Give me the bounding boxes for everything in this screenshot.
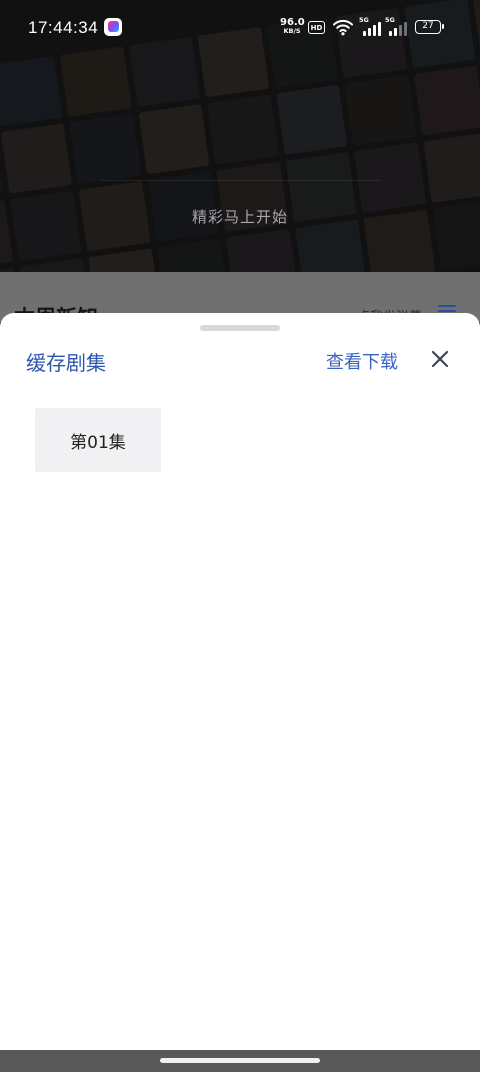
battery-icon: 27 bbox=[415, 20, 444, 34]
network-speed: 96.0 KB/S bbox=[280, 17, 305, 36]
hd-voice-badge: HD bbox=[308, 21, 325, 34]
home-indicator[interactable] bbox=[160, 1058, 320, 1063]
network-speed-value: 96.0 bbox=[280, 17, 305, 28]
app-icon bbox=[104, 18, 122, 36]
close-icon bbox=[431, 350, 449, 368]
wifi-icon bbox=[333, 18, 353, 40]
episode-label: 第01集 bbox=[70, 432, 126, 453]
player-divider bbox=[100, 180, 380, 181]
signal-icon: 5G bbox=[385, 16, 407, 36]
sheet-drag-handle[interactable] bbox=[200, 325, 280, 331]
navigation-bar bbox=[0, 1050, 480, 1072]
cache-episodes-sheet: 缓存剧集 查看下载 第01集 bbox=[0, 313, 480, 1050]
network-speed-unit: KB/S bbox=[283, 27, 301, 35]
view-downloads-button[interactable]: 查看下载 bbox=[326, 348, 398, 374]
close-button[interactable] bbox=[426, 345, 454, 373]
sheet-title: 缓存剧集 bbox=[26, 351, 106, 375]
episode-item[interactable]: 第01集 bbox=[35, 408, 161, 472]
signal-icon: 5G bbox=[359, 16, 381, 36]
player-loading-hint: 精彩马上开始 bbox=[191, 208, 288, 226]
status-time: 17:44:34 bbox=[28, 18, 99, 37]
status-bar: 17:44:34 96.0 KB/S HD 5G 5G 27 bbox=[0, 0, 480, 56]
episode-grid: 第01集 bbox=[35, 408, 161, 472]
